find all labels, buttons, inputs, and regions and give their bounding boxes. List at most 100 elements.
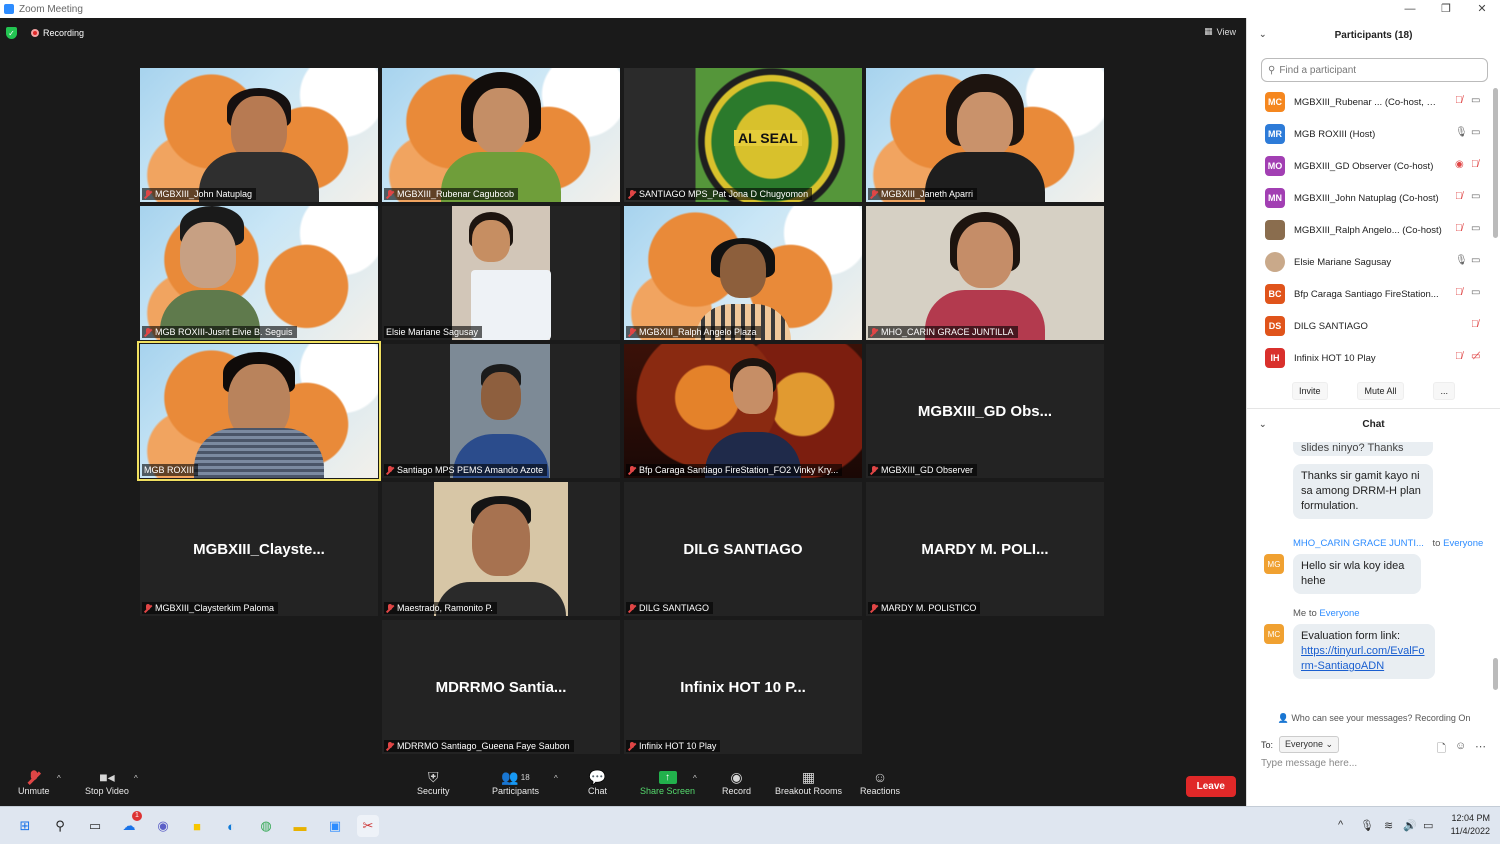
video-tile[interactable]: MGBXIII_Janeth Aparri — [866, 68, 1104, 202]
zoom-app-icon[interactable]: ▣ — [324, 815, 346, 837]
sticky-notes-icon[interactable]: ■ — [186, 815, 208, 837]
participant-row[interactable]: MO MGBXIII_GD Observer (Co-host) ◉ 🎙̸ — [1247, 150, 1500, 182]
security-button[interactable]: ⛨ Security — [417, 768, 450, 797]
participant-row[interactable]: MR MGB ROXIII (Host) 🎙 ▭ — [1247, 118, 1500, 150]
mute-all-button[interactable]: Mute All — [1357, 382, 1404, 400]
video-tile[interactable]: Infinix HOT 10 P... Infinix HOT 10 Play — [624, 620, 862, 754]
video-tile[interactable]: MARDY M. POLI... MARDY M. POLISTICO — [866, 482, 1104, 616]
video-tile[interactable]: MGBXIII_Rubenar Cagubcob — [382, 68, 620, 202]
unmute-button[interactable]: Unmute — [18, 768, 50, 796]
participant-row[interactable]: BC Bfp Caraga Santiago FireStation... 🎙̸… — [1247, 278, 1500, 310]
video-off-icon[interactable]: ▭̸ — [1471, 351, 1480, 362]
share-options-caret-icon[interactable]: ^ — [693, 774, 697, 783]
chrome-browser-icon[interactable]: ◍ — [255, 815, 277, 837]
close-icon[interactable]: ✕ — [1464, 0, 1500, 18]
participant-row[interactable]: IH Infinix HOT 10 Play 🎙̸ ▭̸ — [1247, 342, 1500, 374]
video-camera-icon[interactable]: ▭ — [1471, 95, 1480, 106]
chat-recipient[interactable]: Everyone — [1319, 608, 1359, 619]
mic-icon[interactable]: 🎙 — [1455, 127, 1468, 138]
breakout-rooms-button[interactable]: ▦ Breakout Rooms — [775, 768, 842, 797]
video-tile[interactable]: MGBXIII_Clayste... MGBXIII_Claysterkim P… — [140, 482, 378, 616]
share-screen-button[interactable]: ↑ Share Screen — [640, 768, 695, 796]
emoji-icon[interactable]: ☺ — [1455, 740, 1466, 752]
muted-mic-icon[interactable]: 🎙̸ — [1455, 351, 1463, 362]
muted-mic-icon[interactable]: 🎙̸ — [1455, 223, 1463, 234]
teams-icon[interactable]: ◉ — [152, 815, 174, 837]
chat-messages[interactable]: slides ninyo? Thanks Thanks sir gamit ka… — [1247, 442, 1500, 700]
muted-mic-icon[interactable]: 🎙̸ — [1455, 95, 1463, 106]
video-tile[interactable]: Maestrado, Ramonito P. — [382, 482, 620, 616]
video-camera-icon[interactable]: ▭ — [1471, 127, 1480, 138]
minimize-icon[interactable]: — — [1392, 0, 1428, 18]
snipping-tool-icon[interactable]: ✂ — [357, 815, 379, 837]
muted-mic-icon[interactable]: 🎙̸ — [1455, 287, 1463, 298]
chat-scrollbar[interactable] — [1493, 658, 1498, 690]
more-icon[interactable]: ⋯ — [1475, 740, 1486, 753]
video-tile[interactable]: DILG SANTIAGO DILG SANTIAGO — [624, 482, 862, 616]
muted-mic-icon[interactable]: 🎙̸ — [1455, 191, 1463, 202]
microphone-icon[interactable]: 🎙 — [1360, 819, 1374, 832]
participants-scrollbar[interactable] — [1493, 88, 1498, 238]
edge-browser-icon[interactable]: ◐ — [220, 815, 242, 837]
video-tile[interactable]: MGBXIII_GD Obs... MGBXIII_GD Observer — [866, 344, 1104, 478]
onedrive-icon[interactable]: ☁ 1 — [118, 811, 142, 837]
task-view-icon[interactable]: ▭ — [84, 815, 106, 837]
video-camera-icon[interactable]: ▭ — [1471, 255, 1480, 266]
video-tile[interactable]: Santiago MPS PEMS Amando Azote — [382, 344, 620, 478]
video-options-caret-icon[interactable]: ^ — [134, 774, 138, 783]
taskbar-clock[interactable]: 12:04 PM 11/4/2022 — [1451, 812, 1490, 838]
file-icon[interactable]: 🗋 — [1437, 740, 1446, 759]
view-button[interactable]: ▦ View — [1204, 26, 1236, 37]
leave-button[interactable]: Leave — [1185, 776, 1236, 797]
video-camera-icon[interactable]: ▭ — [1471, 287, 1480, 298]
chat-privacy-notice[interactable]: 👤 Who can see your messages? Recording O… — [1247, 713, 1500, 724]
participant-row[interactable]: MN MGBXIII_John Natuplag (Co-host) 🎙̸ ▭ — [1247, 182, 1500, 214]
video-tile[interactable]: MDRRMO Santia... MDRRMO Santiago_Gueena … — [382, 620, 620, 754]
video-tile[interactable]: Bfp Caraga Santiago FireStation_FO2 Vink… — [624, 344, 862, 478]
record-button[interactable]: ◉ Record — [722, 768, 751, 797]
video-tile[interactable]: AL SEAL SANTIAGO MPS_Pat Jona D Chugyomo… — [624, 68, 862, 202]
muted-mic-icon[interactable]: 🎙̸ — [1471, 159, 1479, 170]
chat-button[interactable]: 💬 Chat — [588, 768, 607, 797]
more-options-button[interactable]: ... — [1433, 382, 1455, 400]
mic-icon[interactable]: 🎙 — [1455, 255, 1468, 266]
wifi-icon[interactable]: ≋ — [1384, 819, 1393, 832]
collapse-chevron-icon[interactable]: ⌄ — [1259, 419, 1267, 430]
volume-icon[interactable]: 🔊 — [1403, 819, 1417, 832]
chat-recipient[interactable]: Everyone — [1443, 538, 1483, 549]
chat-message-input[interactable]: Type message here... — [1261, 758, 1357, 769]
maximize-icon[interactable]: ❐ — [1428, 0, 1464, 18]
participant-search-input[interactable]: ⚲ Find a participant — [1261, 58, 1488, 82]
video-camera-icon[interactable]: ▭ — [1471, 223, 1480, 234]
video-tile-active-speaker[interactable]: MGB ROXIII — [137, 341, 381, 481]
participant-row[interactable]: Elsie Mariane Sagusay 🎙 ▭ — [1247, 246, 1500, 278]
reactions-button[interactable]: ☺ Reactions — [860, 768, 900, 796]
participant-row[interactable]: MGBXIII_Ralph Angelo... (Co-host) 🎙̸ ▭ — [1247, 214, 1500, 246]
muted-mic-icon[interactable]: 🎙̸ — [1471, 319, 1479, 330]
video-camera-icon[interactable]: ▭ — [1471, 191, 1480, 202]
battery-icon[interactable]: ▭ — [1423, 819, 1433, 832]
participant-row[interactable]: DS DILG SANTIAGO 🎙̸ — [1247, 310, 1500, 342]
windows-start-icon[interactable]: ⊞ — [14, 815, 36, 837]
collapse-chevron-icon[interactable]: ⌄ — [1259, 29, 1267, 40]
video-tile[interactable]: MGBXIII_Ralph Angelo Plaza — [624, 206, 862, 340]
search-icon[interactable]: ⚲ — [49, 815, 71, 837]
video-tile[interactable]: Elsie Mariane Sagusay — [382, 206, 620, 340]
file-explorer-icon[interactable]: ▬ — [289, 815, 311, 837]
video-tile[interactable]: MHO_CARIN GRACE JUNTILLA — [866, 206, 1104, 340]
video-tile[interactable]: MGBXIII_John Natuplag — [140, 68, 378, 202]
participants-button[interactable]: 👥 18 Participants — [492, 768, 539, 797]
participant-row[interactable]: MC MGBXIII_Rubenar ... (Co-host, me) 🎙̸ … — [1247, 86, 1500, 118]
tray-overflow-icon[interactable]: ^ — [1338, 819, 1343, 831]
evaluation-form-link[interactable]: https://tinyurl.com/EvalForm-SantiagoADN — [1301, 645, 1425, 672]
participants-options-caret-icon[interactable]: ^ — [554, 774, 558, 783]
recording-indicator[interactable]: Recording — [25, 26, 91, 40]
stop-video-button[interactable]: ■◂ Stop Video — [85, 768, 129, 797]
invite-button[interactable]: Invite — [1291, 382, 1328, 400]
video-tile[interactable]: MGB ROXIII-Jusrit Elvie B. Seguis — [140, 206, 378, 340]
audio-options-caret-icon[interactable]: ^ — [57, 774, 61, 783]
encryption-shield-icon[interactable]: ✓ — [6, 27, 17, 39]
recipient-dropdown[interactable]: Everyone ⌄ — [1279, 736, 1340, 753]
chat-sender[interactable]: MHO_CARIN GRACE JUNTI... — [1293, 538, 1424, 549]
clock-date: 11/4/2022 — [1450, 826, 1490, 836]
